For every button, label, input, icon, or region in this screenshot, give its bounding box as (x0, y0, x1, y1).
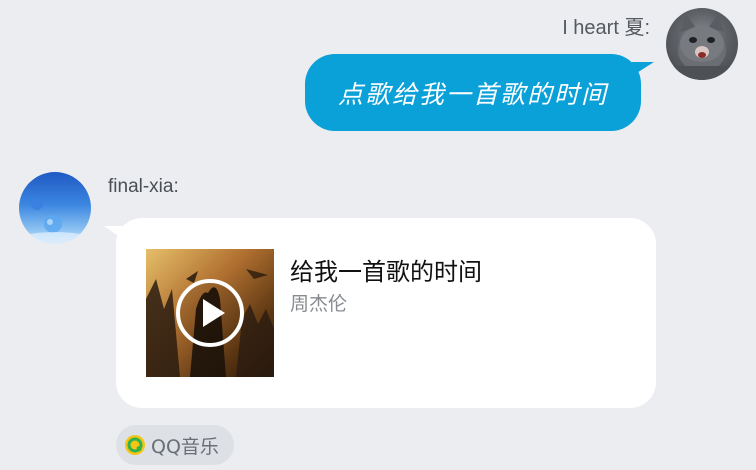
incoming-sender-name: final-xia: (108, 176, 179, 197)
song-artist: 周杰伦 (290, 293, 348, 315)
source-label: QQ音乐 (151, 435, 219, 458)
album-cover-icon[interactable] (146, 249, 274, 377)
song-title[interactable]: 给我一首歌的时间 (290, 252, 482, 287)
qq-music-source-badge[interactable]: QQ音乐 (116, 425, 234, 465)
outgoing-sender-name: I heart 夏: (562, 17, 650, 39)
outgoing-bubble-tail (632, 62, 654, 76)
cat-avatar-icon[interactable] (666, 8, 738, 80)
incoming-bubble-tail (104, 226, 124, 240)
chat-conversation: I heart 夏: 点歌给我一首歌的时间 final-xia: 给我一首歌的时… (0, 0, 756, 470)
blue-balloon-avatar-icon[interactable] (19, 172, 91, 244)
outgoing-message-bubble[interactable]: 点歌给我一首歌的时间 (305, 54, 641, 131)
qq-music-icon (125, 435, 145, 455)
play-icon[interactable] (176, 279, 244, 347)
outgoing-message-text: 点歌给我一首歌的时间 (337, 79, 608, 109)
